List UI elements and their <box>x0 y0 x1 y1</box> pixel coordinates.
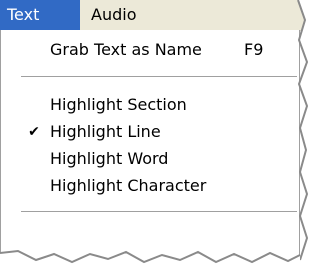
menu-item-highlight-section[interactable]: Highlight Section <box>1 91 299 119</box>
menu-bar: Text Audio <box>0 0 323 31</box>
menu-item-grab-text-as-name[interactable]: Grab Text as Name F9 <box>1 36 299 64</box>
check-icon: ✔ <box>28 124 40 140</box>
menu-audio[interactable]: Audio <box>84 0 164 30</box>
menu-item-label: Grab Text as Name <box>50 40 202 59</box>
menu-item-highlight-character[interactable]: Highlight Character <box>1 172 299 200</box>
menu-separator <box>21 211 297 213</box>
menu-separator <box>21 76 297 78</box>
menu-item-label: Highlight Character <box>50 176 207 195</box>
text-menu-dropdown: Grab Text as Name F9 Highlight Section ✔… <box>0 30 300 270</box>
menu-item-label: Highlight Word <box>50 149 169 168</box>
menu-item-highlight-line[interactable]: ✔ Highlight Line <box>1 118 299 146</box>
menu-text[interactable]: Text <box>0 0 80 30</box>
screenshot-crop: Text Audio Grab Text as Name F9 Highligh… <box>0 0 323 277</box>
shortcut-label: F9 <box>244 40 264 59</box>
menu-item-label: Highlight Section <box>50 95 187 114</box>
menu-item-highlight-word[interactable]: Highlight Word <box>1 145 299 173</box>
menu-item-label: Highlight Line <box>50 122 161 141</box>
